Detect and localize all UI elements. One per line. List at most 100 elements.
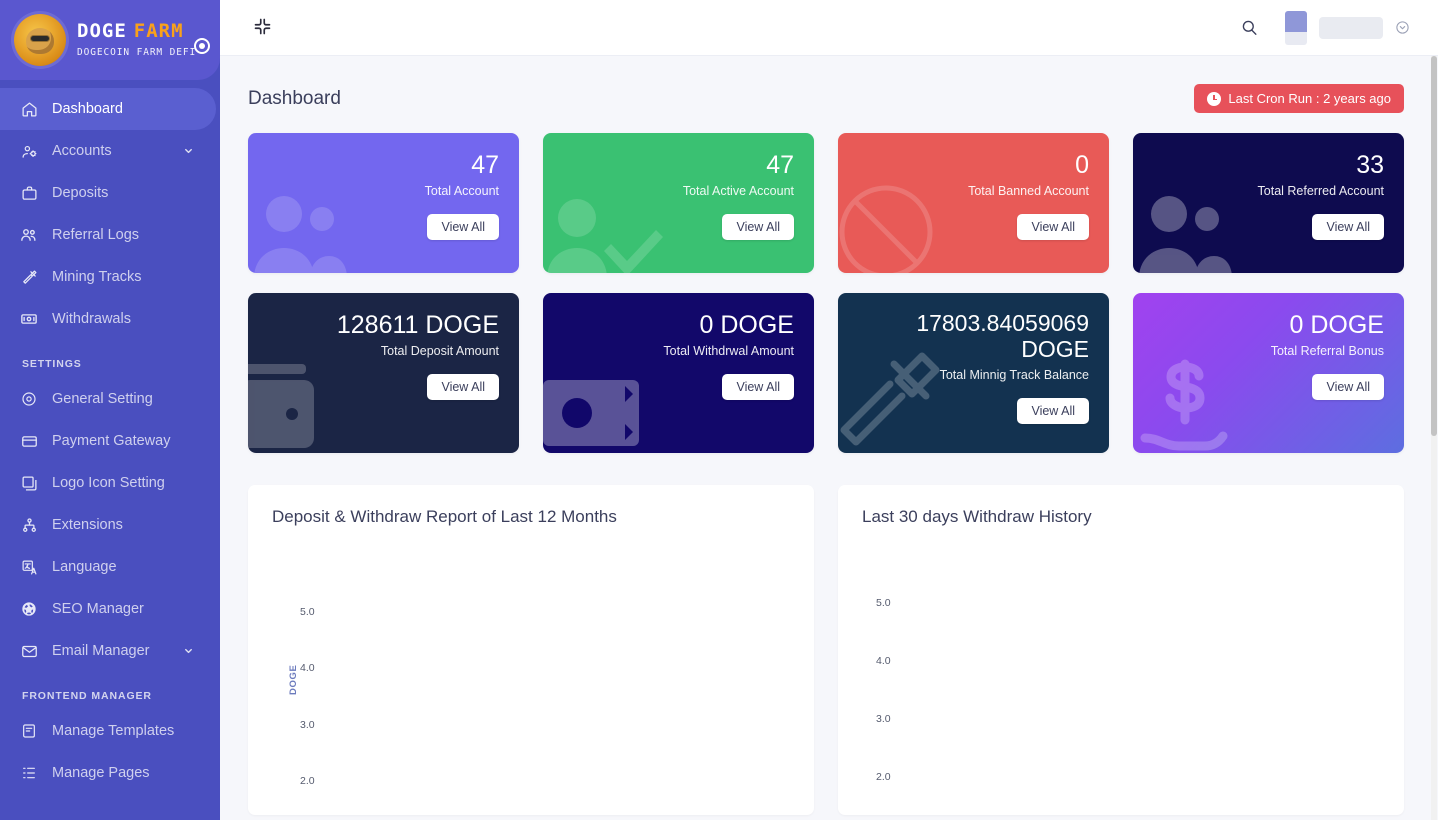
view-all-button[interactable]: View All <box>1312 214 1384 240</box>
stat-card-total-referral-bonus: 0 DOGE Total Referral Bonus View All <box>1133 293 1404 453</box>
sidebar-item-mining-tracks[interactable]: Mining Tracks <box>0 256 216 298</box>
brand-text: DOGE FARM DOGECOIN FARM DEFI <box>77 22 196 58</box>
stat-value: 17803.84059069 DOGE <box>916 310 1089 362</box>
stat-value: 47 <box>766 151 794 179</box>
chart-plot-area: 5.0 4.0 3.0 2.0 1.0 <box>862 543 1380 801</box>
globe-icon <box>18 601 40 617</box>
chevron-down-circle-icon[interactable] <box>1395 20 1410 35</box>
home-icon <box>18 101 40 118</box>
stat-label: Total Account <box>424 184 499 198</box>
sidebar-item-manage-pages[interactable]: Manage Pages <box>0 752 216 794</box>
sidebar-item-label: Email Manager <box>52 643 150 659</box>
sidebar-item-accounts[interactable]: Accounts <box>0 130 216 172</box>
topbar <box>220 0 1438 56</box>
chevron-down-icon[interactable] <box>183 146 194 157</box>
sidebar-item-manage-templates[interactable]: Manage Templates <box>0 710 216 752</box>
sidebar-item-logo-icon-setting[interactable]: Logo Icon Setting <box>0 462 216 504</box>
group-users-icon <box>250 192 370 273</box>
avatar <box>1285 10 1307 45</box>
chart-y-tick: 5.0 <box>300 606 315 618</box>
charts-row: Deposit & Withdraw Report of Last 12 Mon… <box>248 485 1404 815</box>
stat-card-total-withdrawal-amount: 0 DOGE Total Withdrwal Amount View All <box>543 293 814 453</box>
sidebar-item-email-manager[interactable]: Email Manager <box>0 630 216 672</box>
sidebar-item-label: Referral Logs <box>52 227 140 243</box>
stat-value: 33 <box>1356 151 1384 179</box>
view-all-button[interactable]: View All <box>1312 374 1384 400</box>
template-icon <box>18 723 40 739</box>
sidebar-item-label: Manage Templates <box>52 723 175 739</box>
chart-plot-area: DOGE 5.0 4.0 3.0 2.0 1.0 <box>272 543 790 801</box>
stat-card-total-active-account: 47 Total Active Account View All <box>543 133 814 273</box>
chevron-down-icon[interactable] <box>183 646 194 657</box>
chart-y-tick: 3.0 <box>876 713 891 725</box>
view-all-button[interactable]: View All <box>1017 214 1089 240</box>
wallet-icon <box>248 356 350 453</box>
sidebar-item-label: Logo Icon Setting <box>52 475 165 491</box>
chart-y-axis-label: DOGE <box>288 664 299 695</box>
page-title: Dashboard <box>248 87 341 109</box>
sidebar-item-label: Manage Pages <box>52 765 150 781</box>
brand-title-main: DOGE <box>77 20 127 43</box>
brand-title-accent: FARM <box>133 20 184 43</box>
briefcase-icon <box>18 185 40 202</box>
sidebar: DOGE FARM DOGECOIN FARM DEFI Dashboard Ac… <box>0 0 220 820</box>
sidebar-item-extensions[interactable]: Extensions <box>0 504 216 546</box>
sidebar-item-withdrawals[interactable]: Withdrawals <box>0 298 216 340</box>
stat-label: Total Banned Account <box>968 184 1089 198</box>
sidebar-item-label: Dashboard <box>52 101 123 117</box>
sidebar-item-label: Deposits <box>52 185 109 201</box>
chart-title: Deposit & Withdraw Report of Last 12 Mon… <box>272 507 617 526</box>
brand-subtitle: DOGECOIN FARM DEFI <box>77 47 197 59</box>
scrollbar-thumb[interactable] <box>1431 56 1437 436</box>
stats-row-1: 47 Total Account View All 47 Total Activ… <box>248 133 1404 273</box>
main-region: Dashboard Last Cron Run : 2 years ago 47… <box>220 0 1438 820</box>
sidebar-item-seo-manager[interactable]: SEO Manager <box>0 588 216 630</box>
sidebar-item-dashboard[interactable]: Dashboard <box>0 88 216 130</box>
brand-header[interactable]: DOGE FARM DOGECOIN FARM DEFI <box>0 0 220 80</box>
stat-label: Total Withdrwal Amount <box>663 344 794 358</box>
sidebar-item-payment-gateway[interactable]: Payment Gateway <box>0 420 216 462</box>
hand-dollar-icon <box>1139 356 1249 453</box>
stats-row-2: 128611 DOGE Total Deposit Amount View Al… <box>248 293 1404 453</box>
vertical-scrollbar[interactable] <box>1431 56 1437 820</box>
sidebar-item-referral-logs[interactable]: Referral Logs <box>0 214 216 256</box>
sidebar-item-label: General Setting <box>52 391 153 407</box>
hammer-icon <box>18 269 40 286</box>
sidebar-item-label: Language <box>52 559 117 575</box>
translate-icon <box>18 559 40 576</box>
users-gear-icon <box>18 143 40 160</box>
search-icon[interactable] <box>1240 18 1259 37</box>
radio-circle-icon[interactable] <box>194 38 210 54</box>
chart-y-tick: 2.0 <box>300 775 315 787</box>
sidebar-heading-settings: SETTINGS <box>22 358 82 370</box>
sidebar-item-general-setting[interactable]: General Setting <box>0 378 216 420</box>
stat-value: 47 <box>471 151 499 179</box>
collapse-arrows-icon[interactable] <box>252 16 276 40</box>
view-all-button[interactable]: View All <box>427 374 499 400</box>
view-all-button[interactable]: View All <box>427 214 499 240</box>
view-all-button[interactable]: View All <box>722 214 794 240</box>
doge-coin-icon <box>14 14 66 66</box>
view-all-button[interactable]: View All <box>1017 397 1089 424</box>
page-header: Dashboard Last Cron Run : 2 years ago <box>248 56 1404 133</box>
sidebar-nav: Dashboard Accounts Deposits Referral Log… <box>0 80 220 794</box>
sidebar-item-label: Extensions <box>52 517 123 533</box>
chart-y-tick: 4.0 <box>300 662 315 674</box>
user-check-icon <box>545 192 670 273</box>
sidebar-item-language[interactable]: Language <box>0 546 216 588</box>
stat-label: Total Referred Account <box>1257 184 1384 198</box>
stat-card-total-deposit-amount: 128611 DOGE Total Deposit Amount View Al… <box>248 293 519 453</box>
sidebar-item-deposits[interactable]: Deposits <box>0 172 216 214</box>
stat-card-total-banned-account: 0 Total Banned Account View All <box>838 133 1109 273</box>
username-placeholder <box>1319 16 1383 39</box>
banknote-icon <box>18 310 40 328</box>
banknote-icon <box>543 380 639 451</box>
ban-icon <box>838 180 938 273</box>
cron-status-badge[interactable]: Last Cron Run : 2 years ago <box>1194 84 1404 113</box>
chart-y-tick: 5.0 <box>876 597 891 609</box>
user-menu[interactable] <box>1285 10 1410 45</box>
stat-card-total-account: 47 Total Account View All <box>248 133 519 273</box>
sidebar-item-label: Accounts <box>52 143 112 159</box>
mail-icon <box>18 643 40 660</box>
view-all-button[interactable]: View All <box>722 374 794 400</box>
